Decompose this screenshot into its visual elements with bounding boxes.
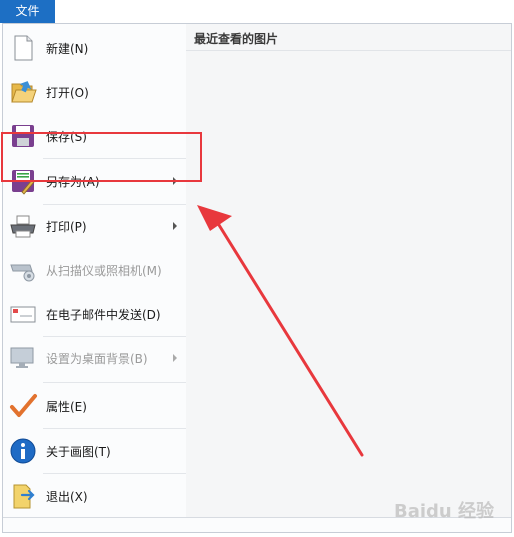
annotation-arrow <box>197 205 364 457</box>
watermark: Baidu 经验 <box>393 501 494 522</box>
